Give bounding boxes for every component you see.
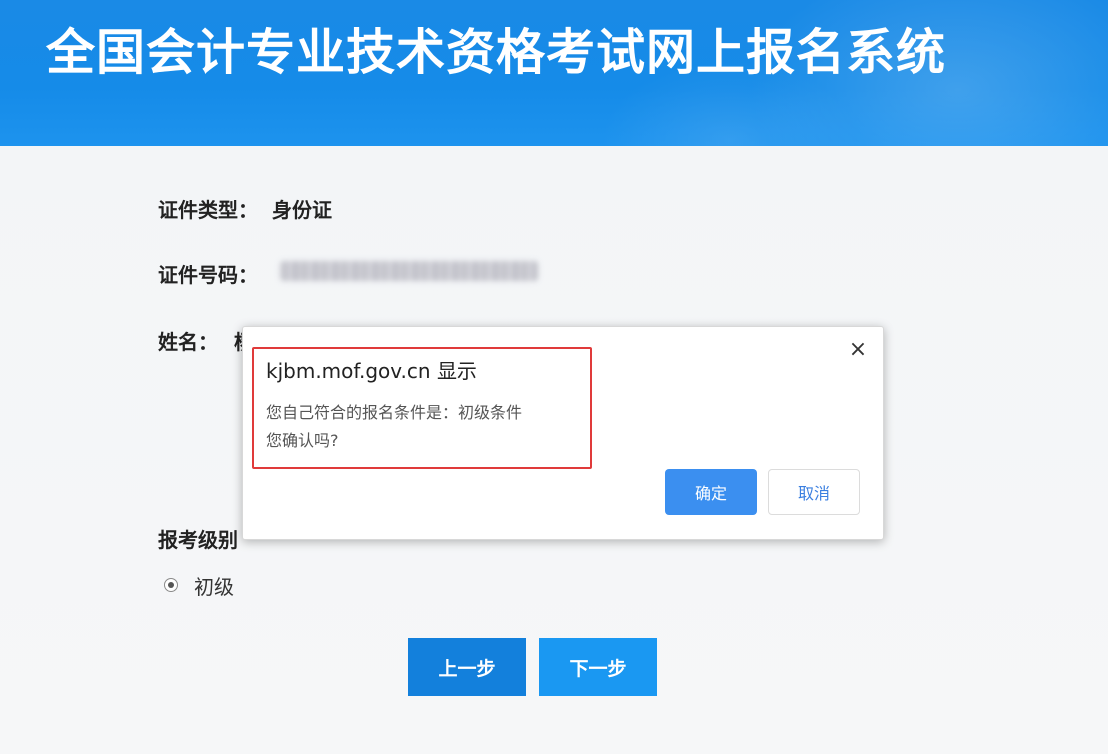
level-label: 报考级别	[158, 528, 238, 552]
confirm-dialog: kjbm.mof.gov.cn 显示 您自己符合的报名条件是：初级条件 您确认吗…	[242, 326, 884, 540]
header-banner: 全国会计专业技术资格考试网上报名系统	[0, 0, 1108, 146]
level-radio[interactable]	[164, 578, 178, 592]
dialog-message-line1: 您自己符合的报名条件是：初级条件	[266, 403, 523, 422]
next-step-button[interactable]: 下一步	[539, 638, 657, 696]
id-number-row: 证件号码：	[158, 259, 258, 288]
level-radio-label[interactable]: 初级	[194, 571, 234, 600]
page-title: 全国会计专业技术资格考试网上报名系统	[46, 24, 947, 81]
cancel-button[interactable]: 取消	[768, 469, 860, 515]
level-row: 报考级别	[158, 524, 238, 553]
id-number-label: 证件号码：	[158, 263, 258, 287]
prev-step-button[interactable]: 上一步	[408, 638, 526, 696]
id-number-value-blurred	[280, 261, 538, 281]
close-icon[interactable]: ×	[847, 339, 869, 361]
dialog-message-line2: 您确认吗?	[266, 431, 339, 450]
name-row: 姓名：杨	[158, 326, 254, 355]
id-type-label: 证件类型：	[158, 198, 258, 222]
id-type-value: 身份证	[272, 198, 332, 222]
id-type-row: 证件类型： 身份证	[158, 194, 332, 223]
dialog-origin: kjbm.mof.gov.cn 显示	[266, 359, 477, 383]
name-label: 姓名：	[158, 330, 218, 354]
ok-button[interactable]: 确定	[665, 469, 757, 515]
